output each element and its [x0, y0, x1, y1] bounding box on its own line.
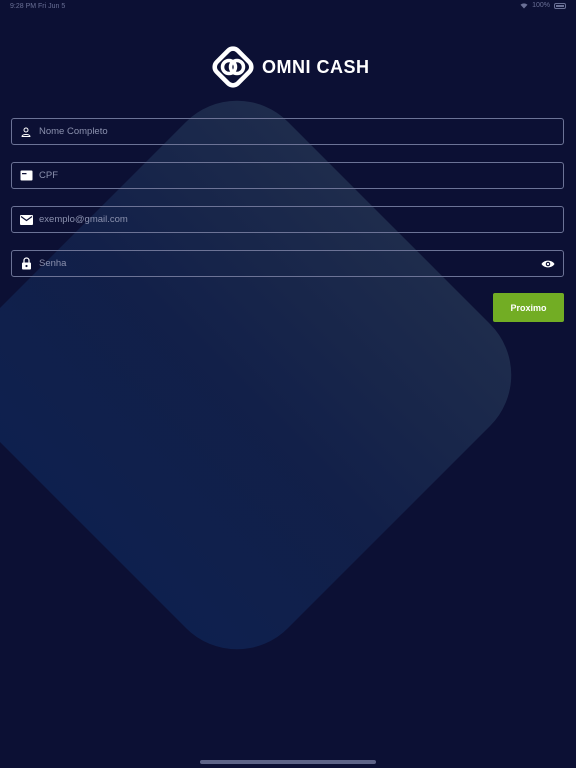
cpf-input[interactable]: [39, 163, 563, 188]
password-input[interactable]: [39, 251, 540, 276]
battery-fill: [556, 4, 564, 7]
id-card-icon: [19, 169, 33, 183]
email-input[interactable]: [39, 207, 563, 232]
logo-text: OMNI CASH: [262, 56, 370, 77]
status-time-date: 9:28 PM Fri Jun 5: [10, 3, 66, 10]
email-field[interactable]: [11, 206, 564, 233]
eye-icon[interactable]: [540, 256, 556, 272]
status-bar: 9:28 PM Fri Jun 5 100%: [0, 0, 576, 14]
omni-cash-logo: OMNI CASH: [210, 44, 370, 90]
wifi-icon: [520, 3, 528, 9]
full-name-input[interactable]: [39, 119, 563, 144]
home-indicator[interactable]: [200, 760, 376, 764]
cpf-field[interactable]: [11, 162, 564, 189]
status-right-group: 100%: [520, 2, 566, 9]
omni-cash-logo-mark-icon: [212, 46, 254, 88]
person-icon: [19, 125, 33, 139]
next-button[interactable]: Proximo: [493, 293, 564, 322]
password-field[interactable]: [11, 250, 564, 277]
lock-icon: [19, 257, 33, 271]
battery-percentage: 100%: [532, 2, 550, 9]
battery-icon: [554, 2, 566, 9]
full-name-field[interactable]: [11, 118, 564, 145]
mail-icon: [19, 213, 33, 227]
